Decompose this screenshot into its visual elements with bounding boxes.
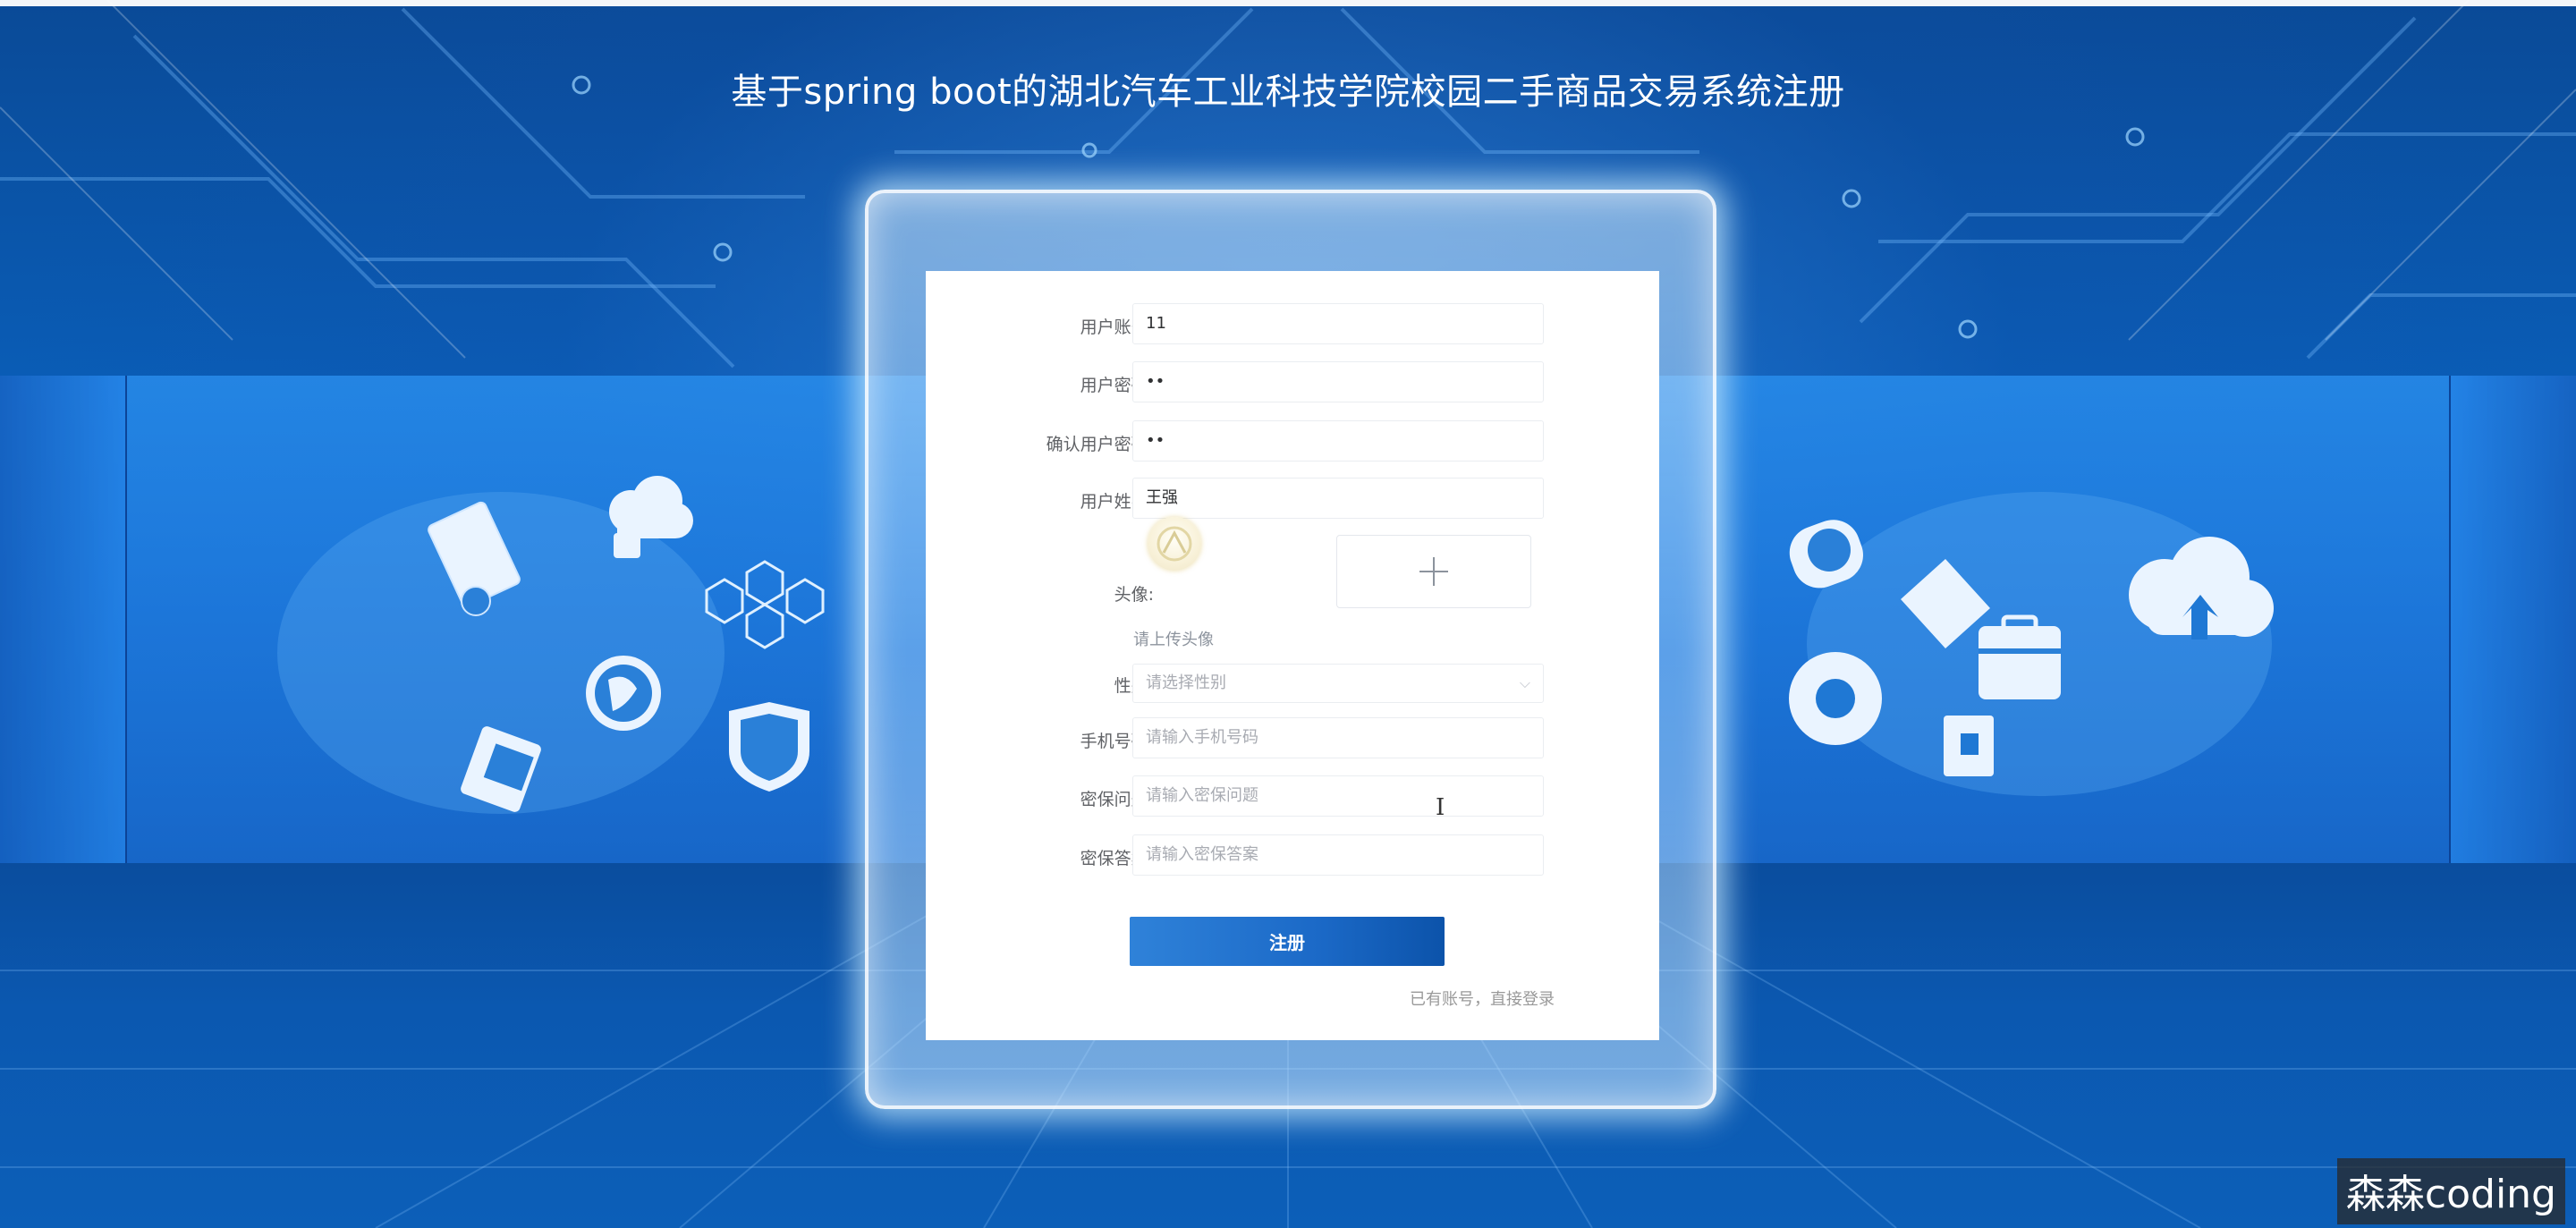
hexagon-icon — [705, 560, 825, 649]
avatar-hint: 请上传头像 — [1133, 631, 1214, 649]
shield-binary-icon — [729, 702, 809, 792]
register-button[interactable]: 注册 — [1130, 917, 1445, 966]
contact-book-icon — [1944, 716, 1994, 776]
gender-select[interactable]: 请选择性别 ⌵ — [1132, 664, 1544, 703]
plus-icon — [1419, 557, 1448, 586]
register-form: 用户账号: 11 用户密码: •• 确认用户密码: •• 用户姓名: 王强 头像… — [926, 271, 1659, 1040]
avatar-label: 头像: — [1114, 585, 1154, 605]
page-title: 基于spring boot的湖北汽车工业科技学院校园二手商品交易系统注册 — [731, 72, 1845, 113]
gear-icon — [1789, 652, 1882, 745]
real-name-input[interactable]: 王强 — [1132, 478, 1544, 519]
avatar-logo-icon — [1157, 526, 1192, 562]
briefcase-icon — [1979, 614, 2061, 699]
security-answer-input[interactable]: 请输入密保答案 — [1132, 834, 1544, 876]
gender-placeholder: 请选择性别 — [1146, 673, 1226, 692]
login-link[interactable]: 已有账号，直接登录 — [1410, 987, 1555, 1010]
avatar-preview — [1148, 517, 1201, 571]
phone-input[interactable]: 请输入手机号码 — [1132, 717, 1544, 758]
confirm-password-input[interactable]: •• — [1132, 420, 1544, 462]
text-cursor-icon: I — [1436, 794, 1445, 821]
watermark: 森森coding — [2336, 1158, 2565, 1224]
password-input[interactable]: •• — [1132, 361, 1544, 402]
username-input[interactable]: 11 — [1132, 303, 1544, 344]
security-question-input[interactable]: 请输入密保问题 — [1132, 775, 1544, 817]
globe-icon — [586, 656, 661, 731]
chevron-down-icon: ⌵ — [1519, 674, 1530, 691]
avatar-upload[interactable] — [1336, 535, 1531, 608]
